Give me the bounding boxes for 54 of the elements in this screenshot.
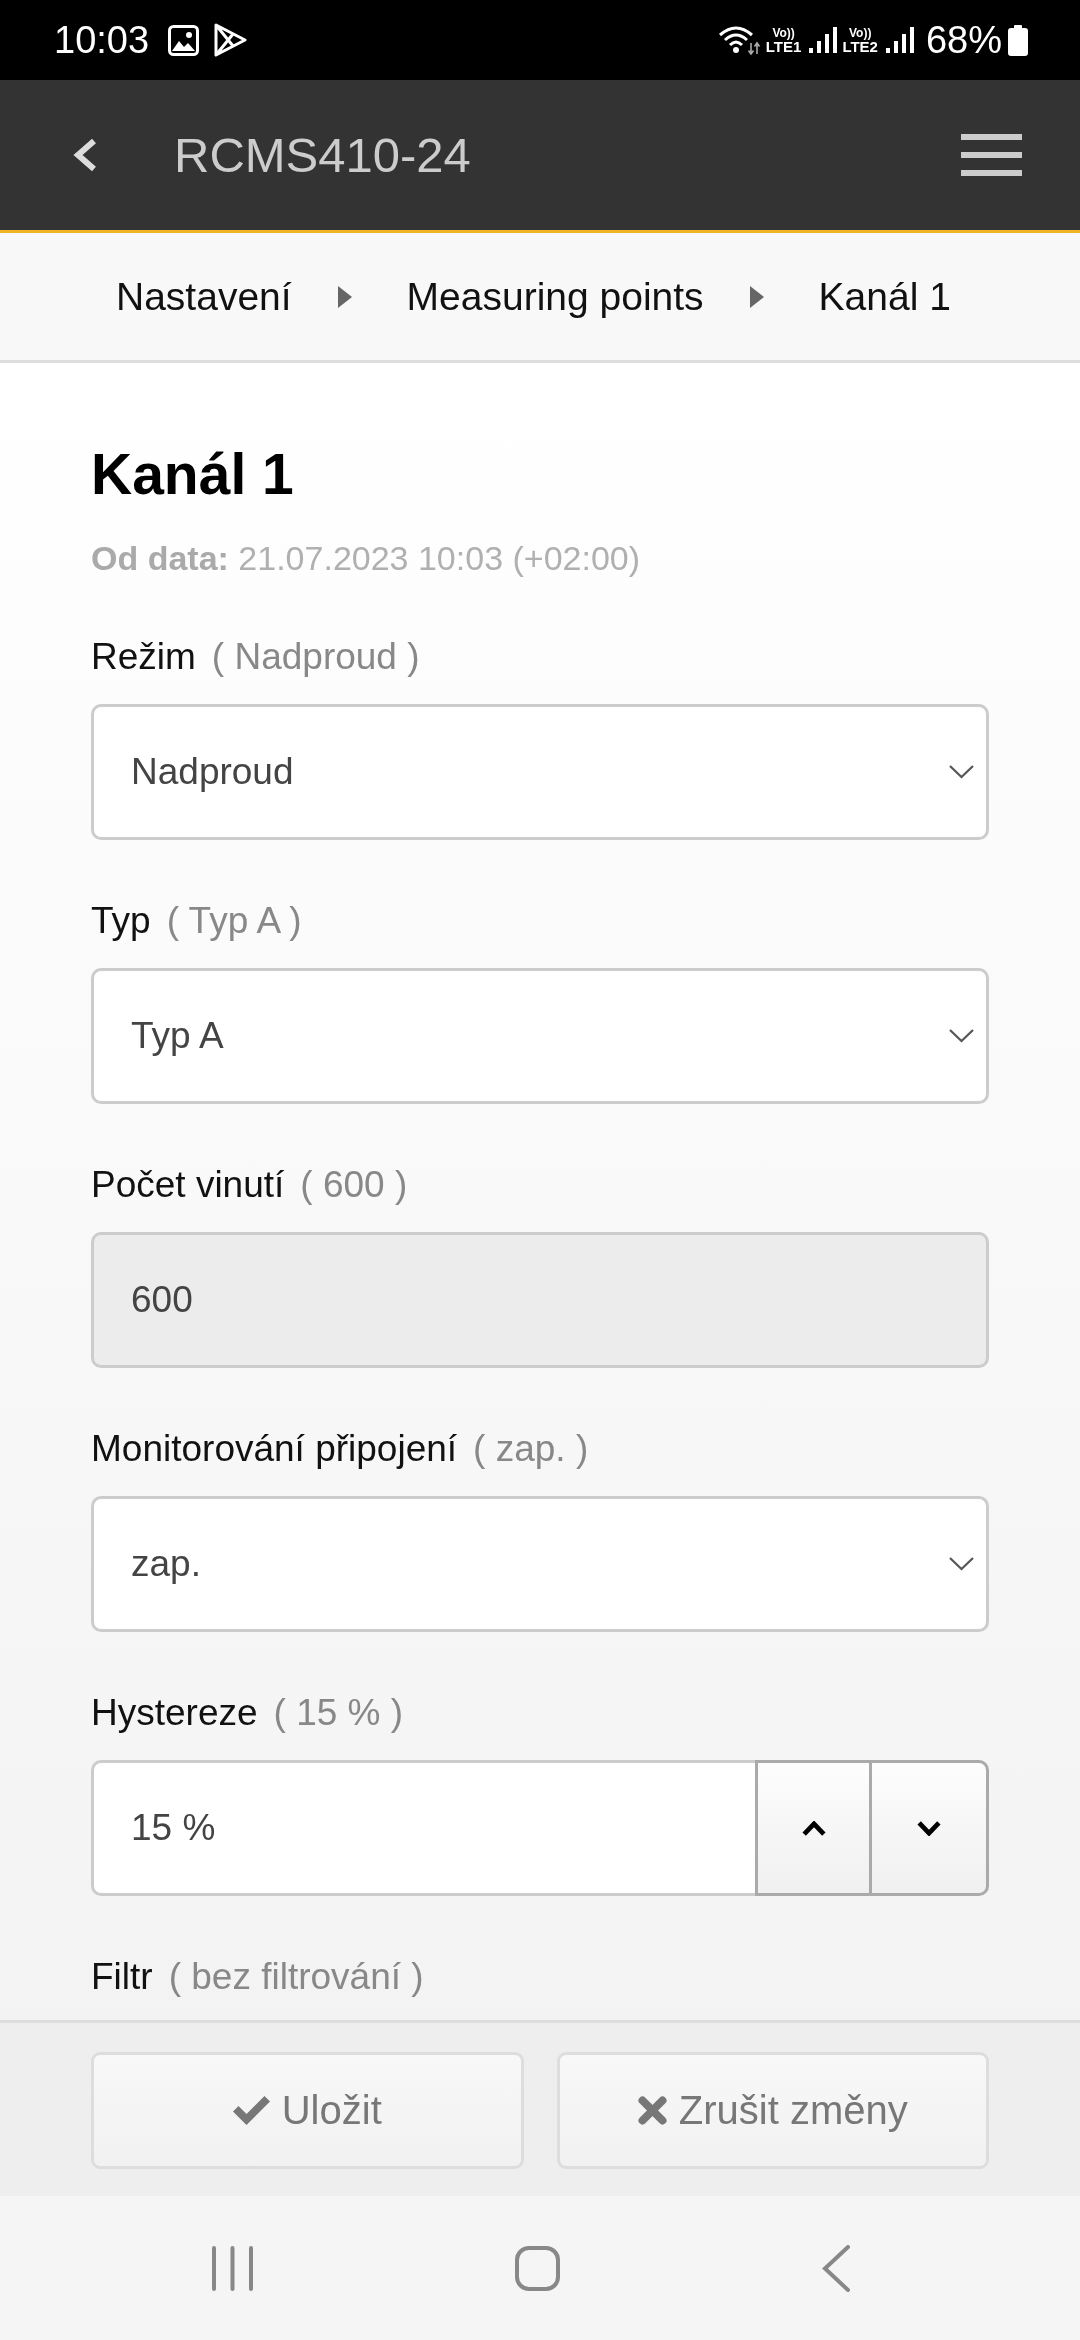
text-field: 600 xyxy=(91,1232,989,1368)
current-value-label: ( bez filtrování ) xyxy=(168,1956,424,1998)
close-icon xyxy=(637,2096,667,2125)
breadcrumb-link[interactable]: Measuring points xyxy=(406,274,704,319)
breadcrumb-current: Kanál 1 xyxy=(818,274,951,319)
status-time: 10:03 xyxy=(54,18,150,62)
app-title: RCMS410-24 xyxy=(174,127,471,183)
current-value-label: ( Typ A ) xyxy=(166,900,302,942)
recent-apps-icon[interactable] xyxy=(212,2245,253,2291)
caret-right-icon xyxy=(749,285,764,308)
signal-icon xyxy=(885,27,914,53)
network-label: LTE2 xyxy=(842,38,878,54)
save-button[interactable]: Uložit xyxy=(91,2052,524,2169)
current-value-label: ( Nadproud ) xyxy=(211,636,420,678)
field-label: Počet vinutí xyxy=(91,1164,285,1206)
current-value-label: ( zap. ) xyxy=(473,1428,589,1470)
caret-right-icon xyxy=(337,285,352,308)
battery-percent: 68% xyxy=(925,18,1002,62)
play-icon xyxy=(213,23,249,57)
check-icon xyxy=(232,2095,270,2126)
field-label: Filtr xyxy=(91,1956,153,1998)
back-icon[interactable] xyxy=(822,2244,850,2292)
field-label: Typ xyxy=(91,900,151,942)
page-title: Kanál 1 xyxy=(91,441,295,508)
volte-label: Vo)) xyxy=(772,26,795,39)
field-label: Monitorování připojení xyxy=(91,1428,458,1470)
wifi-icon xyxy=(717,25,761,55)
signal-icon xyxy=(809,27,838,53)
valid-from-text: Od data: 21.07.2023 10:03 (+02:00) xyxy=(91,538,642,579)
chevron-down-icon xyxy=(949,1029,974,1043)
chevron-down-icon xyxy=(917,1820,941,1836)
back-button[interactable] xyxy=(72,138,98,172)
battery-icon xyxy=(1008,24,1028,56)
decrement-button[interactable] xyxy=(872,1760,989,1896)
dropdown[interactable]: Typ A xyxy=(91,968,989,1104)
volte-label: Vo)) xyxy=(848,26,872,39)
current-value-label: ( 600 ) xyxy=(300,1164,408,1206)
current-value-label: ( 15 % ) xyxy=(273,1692,404,1734)
menu-button[interactable] xyxy=(961,134,1022,176)
field-label: Režim xyxy=(91,636,196,678)
field-label: Hystereze xyxy=(91,1692,258,1734)
chevron-left-icon xyxy=(72,138,98,172)
increment-button[interactable] xyxy=(755,1760,872,1896)
dropdown[interactable]: zap. xyxy=(91,1496,989,1632)
breadcrumb-link[interactable]: Nastavení xyxy=(116,274,292,319)
cancel-button[interactable]: Zrušit změny xyxy=(556,2052,989,2169)
number-field[interactable]: 15 % xyxy=(91,1760,755,1896)
chevron-up-icon xyxy=(801,1820,826,1836)
chevron-down-icon xyxy=(949,1557,974,1571)
image-icon xyxy=(168,24,200,56)
menu-icon xyxy=(961,134,1022,176)
dropdown[interactable]: Nadproud xyxy=(91,704,989,840)
chevron-down-icon xyxy=(949,765,974,779)
home-icon[interactable] xyxy=(515,2245,560,2291)
